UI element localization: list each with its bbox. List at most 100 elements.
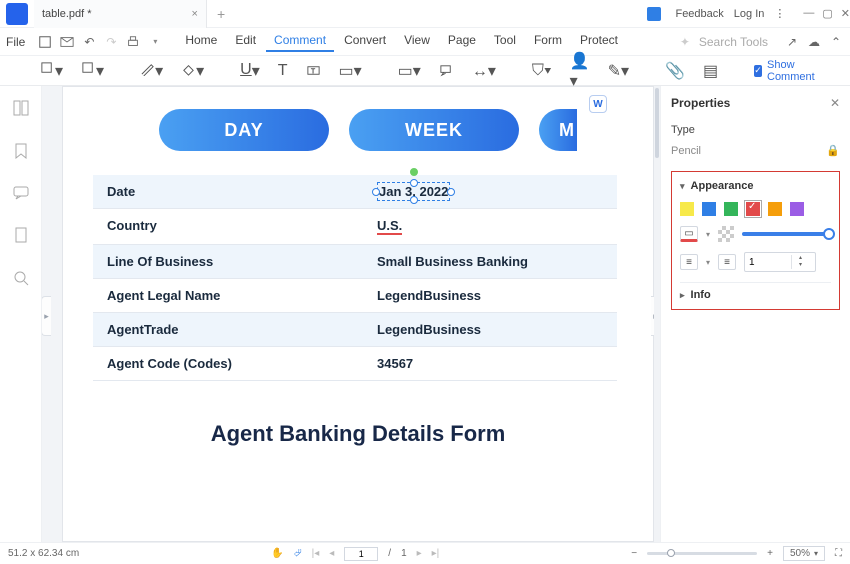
last-page-icon[interactable]: ▸| — [432, 548, 440, 559]
color-swatch[interactable] — [746, 202, 760, 216]
pill-week[interactable]: WEEK — [349, 109, 519, 151]
open-external-icon[interactable]: ↗ — [784, 34, 800, 50]
color-swatch[interactable] — [702, 202, 716, 216]
overflow-icon[interactable]: ⌃ — [828, 34, 844, 50]
opacity-slider[interactable] — [742, 232, 831, 236]
fill-none-icon[interactable] — [718, 226, 734, 242]
select-tool-icon[interactable]: ⮰ — [294, 548, 302, 559]
color-swatch[interactable] — [680, 202, 694, 216]
zoom-in-icon[interactable]: + — [767, 548, 773, 559]
line-weight-button[interactable]: ≡ — [718, 254, 736, 270]
mail-icon[interactable] — [59, 34, 75, 50]
search-pane-icon[interactable] — [13, 270, 29, 291]
zoom-slider[interactable] — [647, 552, 757, 555]
svg-text:T: T — [310, 66, 315, 75]
textbox-tool-icon[interactable]: T — [306, 63, 321, 78]
pencil-tool-icon[interactable]: ▾ — [140, 61, 163, 81]
selected-annotation[interactable]: Jan 3, 2022 — [377, 184, 450, 199]
minimize-icon[interactable]: — — [803, 7, 814, 20]
table-row: Agent Legal NameLegendBusiness — [93, 279, 617, 313]
thickness-input[interactable]: ▴▾ — [744, 252, 816, 272]
search-tools[interactable]: Search Tools — [699, 35, 768, 49]
menu-tool[interactable]: Tool — [486, 31, 524, 52]
next-page-icon[interactable]: ▸ — [417, 548, 422, 559]
undo-icon[interactable]: ↶ — [81, 34, 97, 50]
sign-tool-icon[interactable]: ✎▾ — [608, 61, 629, 81]
line-style-button[interactable]: ≡ — [680, 254, 698, 270]
prev-page-icon[interactable]: ◂ — [329, 548, 334, 559]
zoom-thumb[interactable] — [667, 549, 675, 557]
file-menu[interactable]: File — [6, 35, 25, 49]
thickness-field[interactable] — [745, 257, 791, 268]
menu-view[interactable]: View — [396, 31, 438, 52]
page-input[interactable] — [344, 547, 378, 561]
chevron-down-icon[interactable]: ▾ — [706, 258, 710, 267]
zoom-out-icon[interactable]: − — [631, 548, 637, 559]
expand-left-panel-icon[interactable]: ▸ — [42, 296, 51, 336]
menu-protect[interactable]: Protect — [572, 31, 626, 52]
close-panel-icon[interactable]: ✕ — [830, 96, 840, 110]
rect-draw-icon[interactable]: ▭▾ — [398, 61, 421, 81]
thumbnails-icon[interactable] — [13, 100, 29, 121]
slider-thumb[interactable] — [823, 228, 835, 240]
menu-form[interactable]: Form — [526, 31, 570, 52]
text-tool-icon[interactable]: T — [278, 62, 288, 80]
redo-icon[interactable]: ↷ — [103, 34, 119, 50]
save-icon[interactable] — [37, 34, 53, 50]
show-comment-toggle[interactable]: ✓ Show Comment — [754, 59, 819, 83]
tab-title: table.pdf * — [42, 8, 92, 20]
print-icon[interactable] — [125, 34, 141, 50]
step-up-icon[interactable]: ▴ — [799, 255, 802, 262]
measure-tool-icon[interactable]: ↔▾ — [472, 61, 496, 81]
menu-comment[interactable]: Comment — [266, 31, 334, 52]
stroke-color-button[interactable]: ▭ — [680, 226, 698, 242]
shape-tool-icon[interactable]: ▾ — [81, 61, 104, 81]
comment-panel-icon[interactable]: ▤ — [703, 61, 718, 81]
chevron-down-icon[interactable]: ▾ — [706, 230, 710, 239]
zoom-select[interactable]: 50%▾ — [783, 546, 825, 561]
row-label: AgentTrade — [93, 313, 363, 347]
color-swatch[interactable] — [724, 202, 738, 216]
feedback-link[interactable]: Feedback — [675, 8, 723, 20]
lock-icon[interactable]: 🔒 — [826, 144, 840, 157]
menu-home[interactable]: Home — [177, 31, 225, 52]
pill-m[interactable]: M — [539, 109, 577, 151]
attach-icon[interactable]: 📎 — [665, 61, 685, 81]
attachments-icon[interactable] — [14, 227, 28, 248]
maximize-icon[interactable]: ▢ — [822, 7, 832, 20]
color-swatch[interactable] — [768, 202, 782, 216]
new-tab-button[interactable]: + — [217, 6, 225, 22]
login-link[interactable]: Log In — [734, 8, 765, 20]
fit-view-icon[interactable]: ⛶ — [835, 548, 842, 559]
step-down-icon[interactable]: ▾ — [799, 262, 802, 269]
properties-header: Properties — [671, 96, 840, 110]
magic-wand-icon[interactable]: ✦ — [677, 34, 693, 50]
info-section-header[interactable]: Info — [680, 289, 831, 301]
bookmark-icon[interactable] — [14, 143, 28, 164]
cloud-icon[interactable]: ☁ — [806, 34, 822, 50]
callout-tool-icon[interactable] — [439, 63, 454, 78]
stamp-tool-icon[interactable]: ⛉▾ — [532, 62, 552, 80]
pill-day[interactable]: DAY — [159, 109, 329, 151]
comment-list-icon[interactable] — [13, 186, 29, 205]
close-tab-icon[interactable]: × — [192, 8, 198, 20]
document-tab[interactable]: table.pdf * × — [34, 0, 207, 28]
hand-tool-icon[interactable]: ✋ — [271, 548, 283, 559]
kebab-menu-icon[interactable]: ⋮ — [774, 7, 785, 20]
checkbox-checked-icon: ✓ — [754, 65, 762, 77]
note-tool-icon[interactable]: ▾ — [40, 61, 63, 81]
word-badge-icon[interactable]: W — [589, 95, 607, 113]
dropdown-icon[interactable]: ▾ — [147, 34, 163, 50]
menu-convert[interactable]: Convert — [336, 31, 394, 52]
eraser-tool-icon[interactable]: ▾ — [181, 61, 204, 81]
menu-edit[interactable]: Edit — [227, 31, 264, 52]
close-window-icon[interactable]: ✕ — [841, 7, 850, 20]
highlight-tool-icon[interactable]: ▭▾ — [339, 61, 362, 81]
menu-page[interactable]: Page — [440, 31, 484, 52]
appearance-section: Appearance ▭ ▾ ≡ ▾ ≡ ▴▾ Info — [671, 171, 840, 310]
user-tool-icon[interactable]: 👤▾ — [570, 51, 590, 91]
color-swatch[interactable] — [790, 202, 804, 216]
first-page-icon[interactable]: |◂ — [312, 548, 320, 559]
underline-tool-icon[interactable]: U▾ — [240, 61, 260, 81]
appearance-header[interactable]: Appearance — [680, 180, 831, 192]
